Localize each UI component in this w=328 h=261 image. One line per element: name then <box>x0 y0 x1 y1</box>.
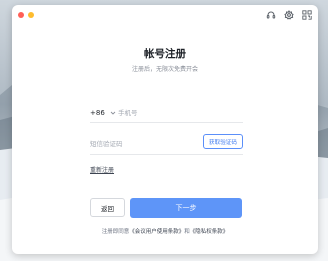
page-title: 帐号注册 <box>144 48 186 60</box>
phone-input[interactable] <box>118 108 238 118</box>
window-controls <box>18 12 34 18</box>
back-button[interactable]: 返回 <box>90 198 125 217</box>
gear-icon[interactable] <box>284 10 294 20</box>
country-code-select[interactable]: +86 <box>90 109 116 117</box>
privacy-policy-link[interactable]: 《隐私权条款》 <box>190 229 229 235</box>
next-step-button[interactable]: 下一步 <box>130 198 242 218</box>
country-code-value: +86 <box>90 109 105 117</box>
close-window-button[interactable] <box>18 12 24 18</box>
user-agreement-link[interactable]: 《会议用户使用条款》 <box>129 229 184 235</box>
qr-code-icon[interactable] <box>302 10 312 20</box>
phone-field-row: +86 <box>90 104 243 123</box>
code-field-row: 获取验证码 <box>90 132 243 155</box>
toolbar-icons <box>266 10 312 20</box>
agreement-prefix: 注册即同意 <box>101 229 130 235</box>
minimize-window-button[interactable] <box>28 12 34 18</box>
register-window: 帐号注册 注册后，无限次免费开会 +86 获取验证码 重新注册 返回 下一步 注… <box>12 5 318 254</box>
sms-code-input[interactable] <box>90 139 190 149</box>
agreement-text: 注册即同意《会议用户使用条款》和《隐私权条款》 <box>12 227 318 235</box>
get-code-button[interactable]: 获取验证码 <box>203 134 243 149</box>
reregister-link[interactable]: 重新注册 <box>90 165 114 174</box>
chevron-down-icon <box>110 110 116 116</box>
page-subtitle: 注册后，无限次免费开会 <box>131 66 198 73</box>
headset-icon[interactable] <box>266 10 276 20</box>
